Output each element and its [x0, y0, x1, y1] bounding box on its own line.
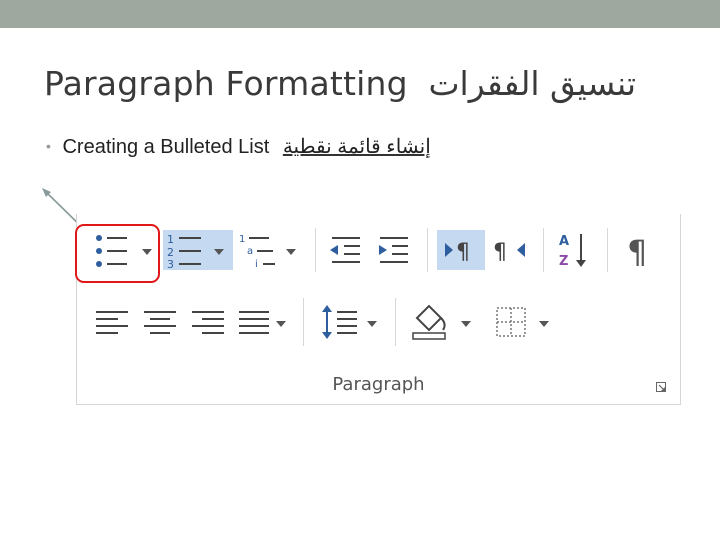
ribbon-separator	[607, 228, 608, 272]
multilevel-list-button[interactable]: 1 a i	[235, 230, 305, 270]
justify-button[interactable]	[235, 302, 293, 342]
align-left-button[interactable]	[91, 302, 133, 342]
line-spacing-icon	[322, 305, 377, 339]
line-spacing-button[interactable]	[317, 302, 383, 342]
increase-indent-icon	[379, 237, 408, 263]
align-left-icon	[96, 311, 128, 334]
svg-text:¶: ¶	[493, 240, 507, 265]
left-to-right-icon: ¶	[445, 240, 470, 265]
svg-text:Z: Z	[559, 254, 568, 269]
align-right-button[interactable]	[187, 302, 229, 342]
ltr-direction-button[interactable]: ¶	[437, 230, 485, 270]
borders-button[interactable]	[491, 302, 557, 342]
rtl-direction-button[interactable]: ¶	[487, 230, 535, 270]
ribbon-separator	[315, 228, 316, 272]
svg-text:a: a	[247, 246, 253, 257]
svg-text:i: i	[255, 259, 258, 270]
align-right-icon	[192, 311, 224, 334]
svg-text:3: 3	[167, 258, 174, 270]
sort-az-icon: A Z	[559, 234, 586, 269]
justify-icon	[239, 311, 286, 334]
numbered-list-icon: 1 2 3	[167, 233, 224, 270]
svg-text:1: 1	[167, 233, 174, 246]
svg-text:¶: ¶	[456, 240, 470, 265]
decrease-indent-button[interactable]	[325, 230, 367, 270]
decrease-indent-icon	[330, 237, 360, 263]
ribbon-separator	[427, 228, 428, 272]
callout-highlight-box	[75, 224, 160, 283]
svg-text:A: A	[559, 234, 569, 249]
ribbon-group-label: Paragraph	[332, 374, 425, 395]
ribbon-separator	[395, 298, 396, 346]
show-formatting-button[interactable]: ¶	[617, 230, 665, 270]
borders-icon	[496, 307, 549, 337]
align-center-icon	[144, 311, 176, 334]
right-to-left-icon: ¶	[493, 240, 525, 265]
shading-button[interactable]	[407, 302, 477, 342]
paragraph-ribbon-group: 1 2 3 1 a i ¶ ¶ A Z ¶ Paragraph	[76, 214, 681, 405]
dialog-launcher-icon[interactable]	[656, 382, 666, 392]
ribbon-separator	[543, 228, 544, 272]
numbering-button[interactable]: 1 2 3	[163, 230, 233, 270]
align-center-button[interactable]	[139, 302, 181, 342]
sort-button[interactable]: A Z	[553, 230, 595, 270]
pilcrow-icon: ¶	[627, 233, 647, 270]
paint-bucket-icon	[412, 304, 471, 340]
multilevel-list-icon: 1 a i	[239, 234, 296, 270]
svg-text:¶: ¶	[627, 233, 647, 270]
svg-text:1: 1	[239, 234, 245, 245]
ribbon-separator	[303, 298, 304, 346]
increase-indent-button[interactable]	[373, 230, 415, 270]
